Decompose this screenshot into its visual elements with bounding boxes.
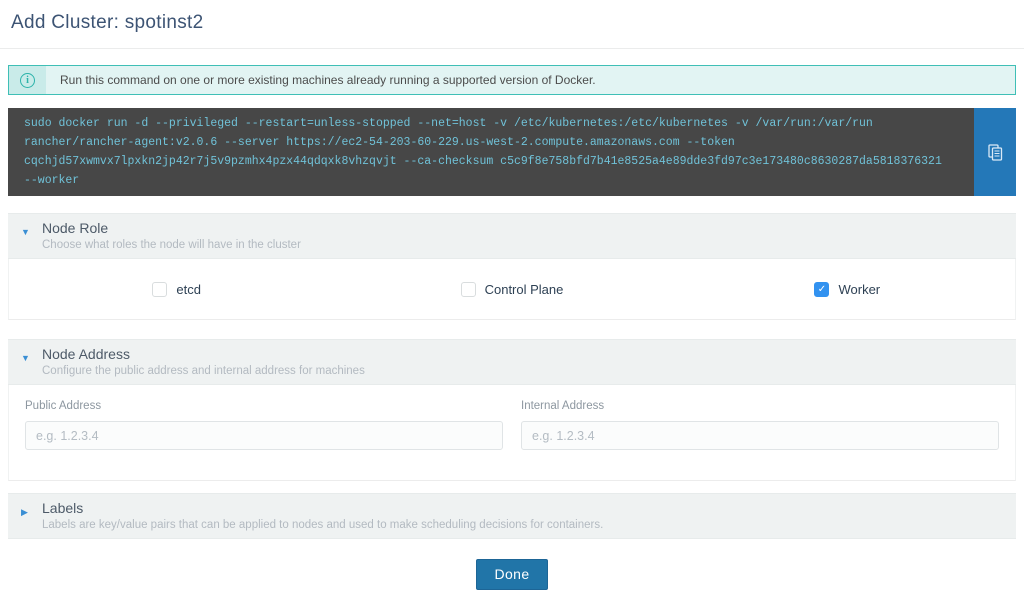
chevron-down-icon: ▼ bbox=[21, 227, 30, 237]
info-banner-icon-cell: i bbox=[9, 66, 46, 94]
section-title: Node Role bbox=[42, 220, 1004, 236]
info-banner: i Run this command on one or more existi… bbox=[8, 65, 1016, 95]
docker-command-text: sudo docker run -d --privileged --restar… bbox=[8, 108, 974, 196]
section-subtitle: Configure the public address and interna… bbox=[42, 365, 1004, 377]
section-node-address: ▼ Node Address Configure the public addr… bbox=[8, 339, 1016, 481]
public-address-label: Public Address bbox=[25, 400, 503, 412]
section-node-role: ▼ Node Role Choose what roles the node w… bbox=[8, 213, 1016, 320]
public-address-field-group: Public Address bbox=[25, 400, 503, 450]
checkbox-box-control-plane[interactable] bbox=[461, 282, 476, 297]
page-title: Add Cluster: spotinst2 bbox=[0, 0, 1024, 34]
copy-command-button[interactable] bbox=[974, 108, 1016, 196]
checkbox-box-worker[interactable] bbox=[814, 282, 829, 297]
section-node-address-header[interactable]: ▼ Node Address Configure the public addr… bbox=[8, 339, 1016, 385]
clipboard-copy-icon bbox=[986, 143, 1004, 161]
section-node-role-header[interactable]: ▼ Node Role Choose what roles the node w… bbox=[8, 213, 1016, 259]
checkbox-label: Control Plane bbox=[485, 282, 564, 297]
section-subtitle: Choose what roles the node will have in … bbox=[42, 239, 1004, 251]
section-node-role-body: etcd Control Plane Worker bbox=[8, 259, 1016, 320]
internal-address-label: Internal Address bbox=[521, 400, 999, 412]
info-banner-text: Run this command on one or more existing… bbox=[46, 73, 610, 87]
checkbox-worker[interactable]: Worker bbox=[680, 282, 1015, 297]
checkbox-etcd[interactable]: etcd bbox=[9, 282, 344, 297]
section-title: Node Address bbox=[42, 346, 1004, 362]
address-form: Public Address Internal Address bbox=[9, 385, 1015, 480]
section-subtitle: Labels are key/value pairs that can be a… bbox=[42, 519, 1004, 531]
section-title: Labels bbox=[42, 500, 1004, 516]
checkbox-box-etcd[interactable] bbox=[152, 282, 167, 297]
checkbox-label: Worker bbox=[838, 282, 880, 297]
command-line: rancher/rancher-agent:v2.0.6 --server ht… bbox=[24, 133, 958, 152]
section-labels: ▶ Labels Labels are key/value pairs that… bbox=[8, 493, 1016, 539]
public-address-input[interactable] bbox=[25, 421, 503, 450]
checkbox-label: etcd bbox=[176, 282, 201, 297]
internal-address-field-group: Internal Address bbox=[521, 400, 999, 450]
internal-address-input[interactable] bbox=[521, 421, 999, 450]
role-checkbox-row: etcd Control Plane Worker bbox=[9, 259, 1015, 319]
command-line: cqchjd57xwmvx7lpxkn2jp42r7j5v9pzmhx4pzx4… bbox=[24, 152, 958, 171]
title-divider bbox=[0, 48, 1024, 49]
section-node-address-body: Public Address Internal Address bbox=[8, 385, 1016, 481]
section-labels-header[interactable]: ▶ Labels Labels are key/value pairs that… bbox=[8, 493, 1016, 539]
info-icon: i bbox=[20, 73, 35, 88]
docker-command-block: sudo docker run -d --privileged --restar… bbox=[8, 108, 1016, 196]
chevron-right-icon: ▶ bbox=[21, 507, 28, 518]
command-line: sudo docker run -d --privileged --restar… bbox=[24, 114, 958, 133]
footer: Done bbox=[0, 559, 1024, 590]
checkbox-control-plane[interactable]: Control Plane bbox=[344, 282, 679, 297]
chevron-down-icon: ▼ bbox=[21, 353, 30, 363]
command-line: --worker bbox=[24, 171, 958, 190]
done-button[interactable]: Done bbox=[476, 559, 547, 590]
